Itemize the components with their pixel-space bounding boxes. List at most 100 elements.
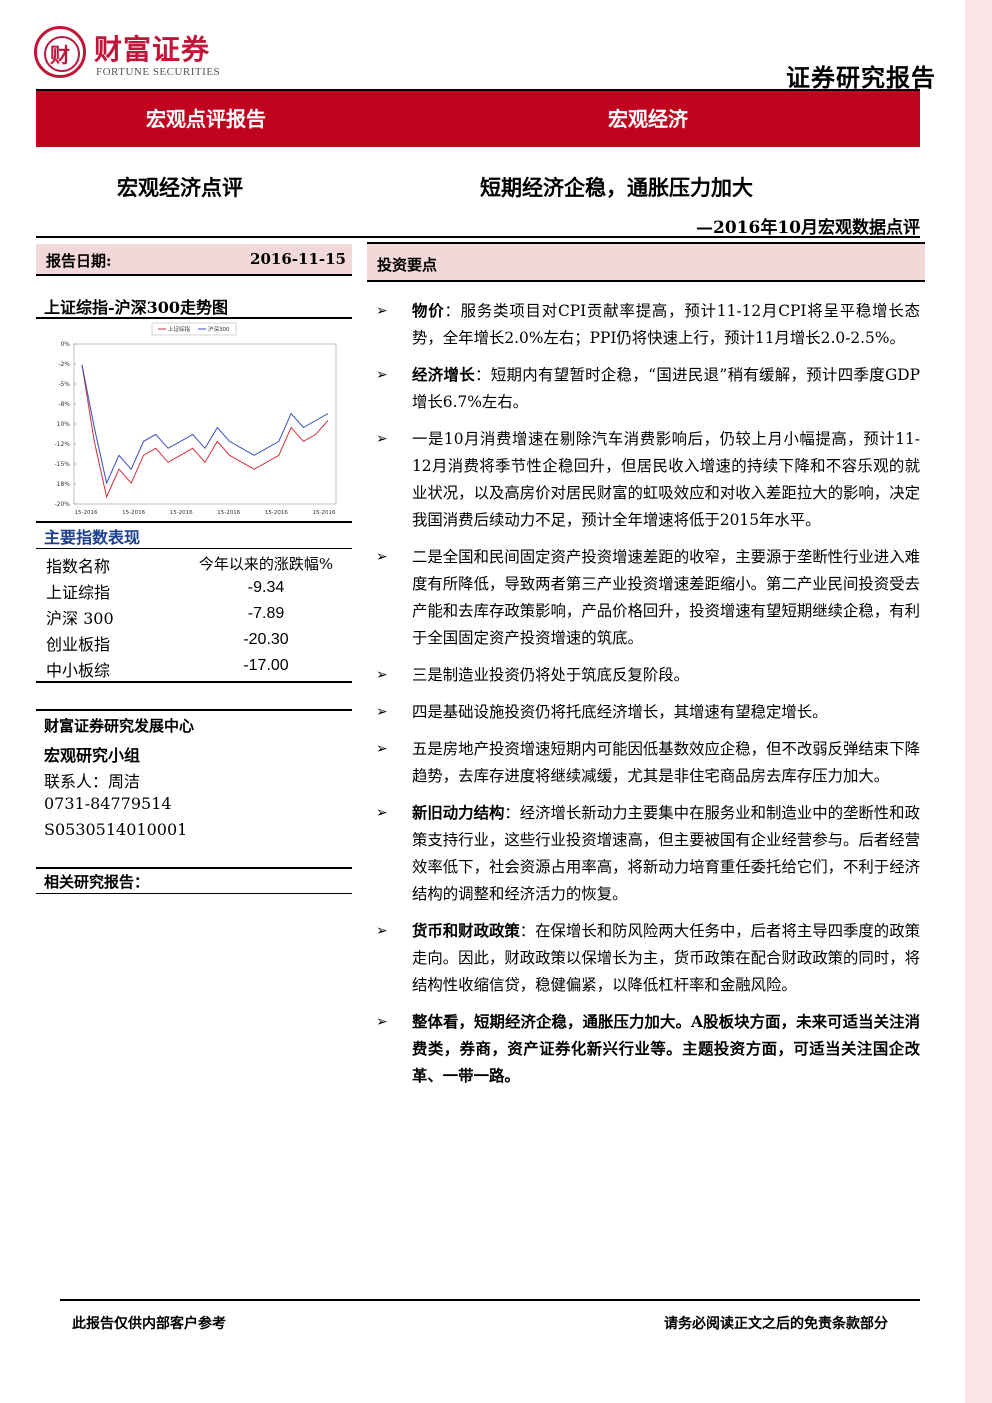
arrow-bullet-icon: ➢: [376, 923, 388, 939]
page-subtitle: —2016年10月宏观数据点评: [696, 218, 920, 238]
point-text: 五是房地产投资增速短期内可能因低基数效应企稳，但不改弱反弹结束下降趋势，去库存进…: [412, 740, 920, 785]
y-tick-label: -8%: [58, 401, 70, 408]
legend-label: 上证综指: [168, 325, 191, 333]
banner-topic: 宏观经济: [608, 107, 688, 131]
index-name: 沪深 300: [46, 609, 114, 628]
logo-name-cn: 财富证券: [94, 33, 211, 66]
report-date-value: 2016-11-15: [250, 250, 346, 268]
analyst-license: S0530514010001: [44, 820, 188, 839]
report-type: 证券研究报告: [786, 63, 936, 92]
list-item: ➢ 整体看，短期经济企稳，通胀压力加大。A股板块方面，未来可适当关注消费类，券商，…: [372, 1009, 920, 1090]
performance-head-rule: [36, 548, 352, 549]
point-lead: 新旧动力结构: [412, 804, 505, 822]
y-tick-label: -12%: [54, 441, 70, 448]
point-text: 二是全国和民间固定资产投资增速差距的收窄，主要源于垄断性行业进入难度有所降低，导…: [412, 548, 920, 647]
chart-bottom-rule: [36, 521, 352, 523]
report-date-label: 报告日期:: [46, 252, 112, 270]
list-item: ➢ 经济增长：短期内有望暂时企稳，“国进民退”稍有缓解，预计四季度GDP增长6.7…: [372, 362, 920, 416]
banner-report-kind: 宏观点评报告: [146, 107, 266, 131]
x-tick-label: 15-2016: [75, 510, 98, 516]
logo-glyph: 财: [50, 43, 70, 67]
arrow-bullet-icon: ➢: [376, 431, 388, 447]
list-item: ➢ 物价：服务类项目对CPI贡献率提高，预计11-12月CPI将呈平稳增长态势，全…: [372, 298, 920, 352]
col-header-name: 指数名称: [46, 557, 111, 576]
table-row: 沪深 300 -7.89: [36, 602, 352, 628]
research-center: 财富证券研究发展中心: [44, 717, 195, 735]
arrow-bullet-icon: ➢: [376, 367, 388, 383]
point-text: 一是10月消费增速在剔除汽车消费影响后，仍较上月小幅提高，预计11-12月消费将…: [412, 430, 920, 529]
arrow-bullet-icon: ➢: [376, 741, 388, 757]
col-header-value: 今年以来的涨跌幅%: [198, 555, 334, 573]
list-item: ➢ 新旧动力结构：经济增长新动力主要集中在服务业和制造业中的垄断性和政策支持行业，…: [372, 800, 920, 908]
investment-header-box: 投资要点: [367, 242, 925, 282]
x-tick-label: 15-2016: [170, 510, 193, 516]
investment-title: 投资要点: [377, 256, 438, 274]
table-row: 中小板综 -17.00: [36, 654, 352, 680]
research-center-rule: [36, 709, 352, 711]
related-under-rule: [36, 893, 352, 894]
related-reports-label: 相关研究报告：: [44, 873, 150, 891]
chart-top-rule: [36, 317, 352, 319]
title-divider: [36, 236, 920, 238]
arrow-bullet-icon: ➢: [376, 704, 388, 720]
point-lead: 经济增长: [412, 366, 475, 384]
index-name: 中小板综: [46, 661, 111, 680]
arrow-bullet-icon: ➢: [376, 1014, 388, 1030]
company-logo: 财 财富证券 FORTUNE SECURITIES: [28, 22, 248, 84]
index-change: -17.00: [243, 657, 289, 674]
point-lead: 物价: [412, 302, 445, 320]
list-item: ➢ 一是10月消费增速在剔除汽车消费影响后，仍较上月小幅提高，预计11-12月消费…: [372, 426, 920, 534]
index-change: -9.34: [247, 579, 285, 596]
logo-name-en: FORTUNE SECURITIES: [96, 66, 221, 78]
arrow-bullet-icon: ➢: [376, 303, 388, 319]
section-label: 宏观经济点评: [117, 175, 243, 200]
contact-phone: 0731-84779514: [44, 794, 172, 813]
report-date-box: 报告日期: 2016-11-15: [36, 244, 352, 276]
series-line: [81, 364, 329, 499]
table-row: 上证综指 -9.34: [36, 576, 352, 602]
x-tick-label: 15-2016: [122, 510, 145, 516]
side-strip: [965, 0, 992, 1403]
plot-frame: [73, 343, 337, 505]
y-tick-label: 18%: [57, 481, 71, 488]
point-text: 整体看，短期经济企稳，通胀压力加大。A股板块方面，未来可适当关注消费类，券商，资…: [412, 1013, 920, 1085]
arrow-bullet-icon: ➢: [376, 549, 388, 565]
x-tick-label: 15-2016: [217, 510, 240, 516]
y-tick-label: -2%: [58, 361, 70, 368]
list-item: ➢ 三是制造业投资仍将处于筑底反复阶段。: [372, 662, 920, 689]
footer-disclaimer-note: 请务必阅读正文之后的免责条款部分: [664, 1316, 888, 1332]
index-name: 创业板指: [46, 635, 111, 654]
index-name: 上证综指: [46, 583, 111, 602]
index-trend-chart: 0% -2% -5% -8% 10% -12% -15% 18% -20% 15-2016 15-2…: [40, 320, 346, 518]
list-item: ➢ 二是全国和民间固定资产投资增速差距的收窄，主要源于垄断性行业进入难度有所降低，…: [372, 544, 920, 652]
list-item: ➢ 五是房地产投资增速短期内可能因低基数效应企稳，但不改弱反弹结束下降趋势，去库存…: [372, 736, 920, 790]
y-tick-label: -20%: [54, 501, 70, 508]
research-group: 宏观研究小组: [44, 746, 141, 765]
page-title: 短期经济企稳，通胀压力加大: [480, 175, 753, 200]
performance-header-row: 指数名称 今年以来的涨跌幅%: [36, 550, 352, 576]
related-rule: [36, 867, 352, 869]
footer-internal-note: 此报告仅供内部客户参考: [72, 1316, 226, 1332]
index-change: -7.89: [247, 605, 285, 622]
category-banner: 宏观点评报告 宏观经济: [36, 91, 920, 147]
index-change: -20.30: [243, 631, 289, 648]
legend-label: 沪深300: [208, 325, 230, 333]
series-line: [81, 364, 329, 485]
y-tick-label: 10%: [57, 421, 71, 428]
contact-person: 联系人：周洁: [44, 772, 141, 791]
x-tick-label: 15-2016: [265, 510, 288, 516]
footer-divider: [60, 1299, 920, 1301]
trend-chart-svg: 0% -2% -5% -8% 10% -12% -15% 18% -20% 15-2016 15-2…: [54, 322, 337, 516]
arrow-bullet-icon: ➢: [376, 805, 388, 821]
point-text: ：服务类项目对CPI贡献率提高，预计11-12月CPI将呈平稳增长态势，全年增长…: [412, 302, 920, 347]
y-tick-label: -5%: [58, 381, 70, 388]
list-item: ➢ 四是基础设施投资仍将托底经济增长，其增速有望稳定增长。: [372, 699, 920, 726]
arrow-bullet-icon: ➢: [376, 667, 388, 683]
point-lead: 货币和财政政策: [412, 922, 520, 940]
point-text: ：短期内有望暂时企稳，“国进民退”稍有缓解，预计四季度GDP增长6.7%左右。: [412, 366, 920, 411]
y-tick-label: 0%: [60, 341, 70, 348]
table-row: 创业板指 -20.30: [36, 628, 352, 654]
chart-title: 上证综指-沪深300走势图: [44, 298, 229, 317]
performance-title: 主要指数表现: [44, 528, 141, 547]
list-item: ➢ 货币和财政政策：在保增长和防风险两大任务中，后者将主导四季度的政策走向。因此，…: [372, 918, 920, 999]
